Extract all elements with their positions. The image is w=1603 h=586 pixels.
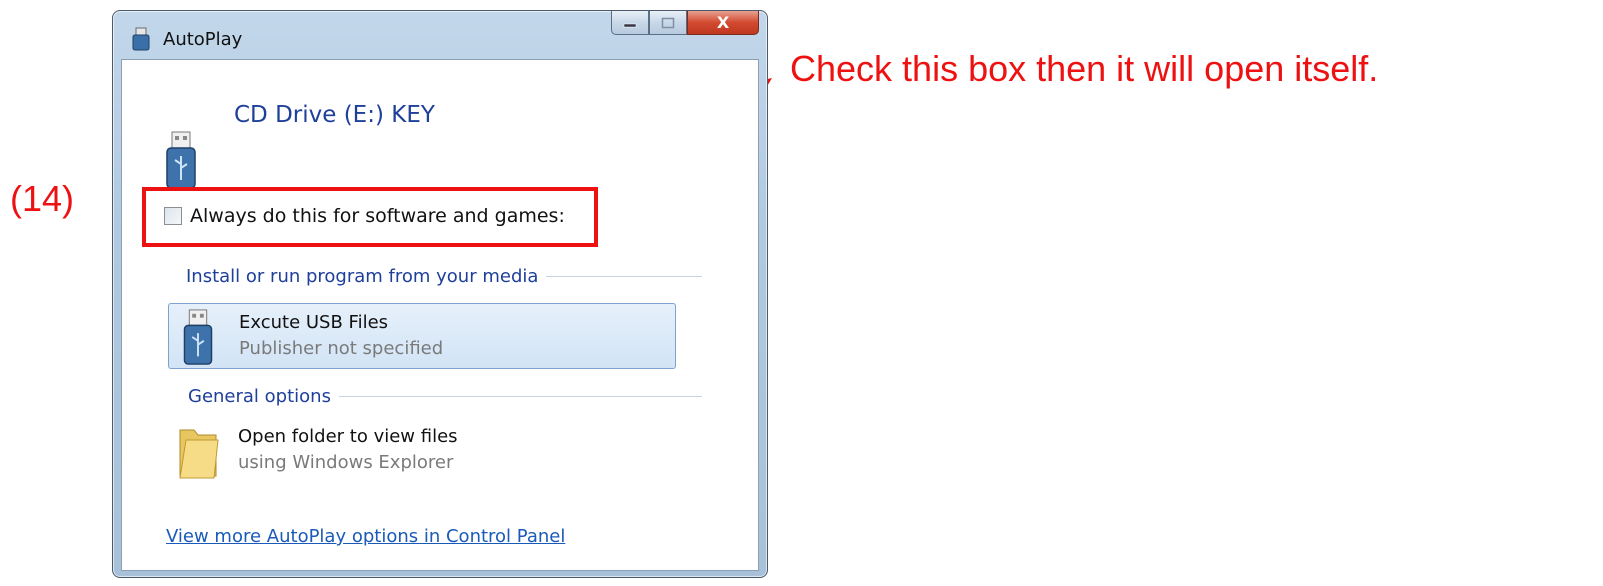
- usb-drive-icon: [166, 131, 196, 189]
- control-panel-link[interactable]: View more AutoPlay options in Control Pa…: [166, 526, 565, 547]
- option-title: Excute USB Files: [239, 312, 389, 333]
- callout-text: Check this box then it will open itself.: [790, 48, 1379, 89]
- minimize-icon: [623, 23, 637, 27]
- section-divider: [338, 396, 702, 397]
- caption-buttons: X: [611, 11, 759, 37]
- autoplay-window: AutoPlay X CD Drive (E:) KEY Always do t…: [112, 10, 768, 578]
- close-icon: X: [716, 13, 730, 32]
- option-title: Open folder to view files: [238, 426, 458, 447]
- folder-icon: [179, 429, 219, 479]
- minimize-button[interactable]: [611, 11, 649, 35]
- close-button[interactable]: X: [687, 11, 759, 35]
- option-subtitle: using Windows Explorer: [238, 452, 454, 473]
- usb-drive-icon: [132, 27, 150, 51]
- section-divider: [546, 276, 702, 277]
- title-bar[interactable]: AutoPlay X: [113, 11, 767, 61]
- section-heading-install: Install or run program from your media: [186, 266, 702, 287]
- usb-drive-icon: [183, 309, 213, 365]
- option-open-folder[interactable]: Open folder to view files using Windows …: [168, 418, 676, 484]
- highlight-box: [142, 187, 598, 247]
- window-content: CD Drive (E:) KEY Always do this for sof…: [121, 59, 759, 571]
- section-heading-general: General options: [188, 386, 702, 407]
- drive-title: CD Drive (E:) KEY: [234, 102, 435, 128]
- option-subtitle: Publisher not specified: [239, 338, 444, 359]
- maximize-icon: [661, 17, 675, 28]
- option-execute-usb-files[interactable]: Excute USB Files Publisher not specified: [168, 303, 676, 369]
- step-number-label: (14): [10, 178, 75, 219]
- window-title: AutoPlay: [163, 29, 243, 50]
- maximize-button[interactable]: [649, 11, 687, 35]
